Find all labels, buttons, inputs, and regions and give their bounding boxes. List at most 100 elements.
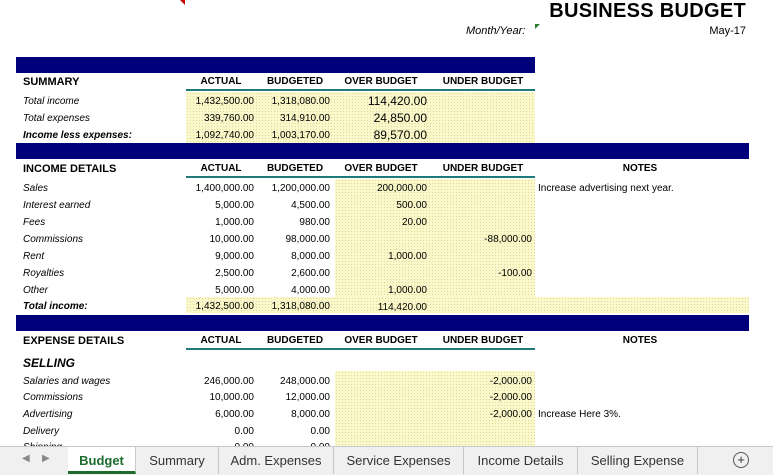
- income-cell[interactable]: 1,000.00: [337, 285, 427, 296]
- error-indicator-icon: [180, 0, 185, 5]
- income-cell[interactable]: 2,500.00: [186, 268, 254, 279]
- income-total-cell[interactable]: 1,318,080.00: [260, 301, 330, 312]
- expense-cell[interactable]: 12,000.00: [260, 392, 331, 403]
- income-cell[interactable]: 2,600.00: [260, 268, 330, 279]
- income-cell[interactable]: -88,000.00: [434, 234, 532, 245]
- col-budgeted: BUDGETED: [266, 76, 324, 87]
- income-cell[interactable]: 8,000.00: [260, 251, 330, 262]
- month-year-label: Month/Year:: [466, 25, 526, 37]
- expense-cell[interactable]: 246,000.00: [186, 376, 254, 387]
- summary-row-label: Total income: [23, 96, 80, 107]
- income-row-label: Royalties: [23, 268, 65, 279]
- tab-budget[interactable]: Budget: [68, 447, 136, 474]
- income-cell[interactable]: 1,200,000.00: [260, 183, 330, 194]
- col-over-budget: OVER BUDGET: [344, 335, 418, 346]
- income-cell[interactable]: 1,400,000.00: [186, 183, 254, 194]
- summary-row-label: Income less expenses:: [23, 130, 132, 141]
- page-title: BUSINESS BUDGET: [549, 0, 746, 22]
- income-cell[interactable]: 5,000.00: [186, 285, 254, 296]
- comment-indicator-icon: [535, 24, 540, 29]
- col-over-budget: OVER BUDGET: [344, 163, 418, 174]
- income-row-label: Commissions: [23, 234, 84, 245]
- income-band: [16, 143, 749, 159]
- tab-summary[interactable]: Summary: [136, 447, 219, 474]
- triangle-left-icon[interactable]: ◀: [22, 453, 30, 464]
- col-actual: ACTUAL: [200, 76, 242, 87]
- income-row-label: Interest earned: [23, 200, 91, 211]
- summary-header-rule: [186, 89, 535, 91]
- summary-row-label: Total expenses: [23, 113, 90, 124]
- summary-cell[interactable]: 114,420.00: [337, 94, 427, 108]
- summary-cell[interactable]: 1,432,500.00: [186, 96, 254, 107]
- expense-row-label: Advertising: [23, 409, 73, 420]
- expense-cell[interactable]: 6,000.00: [186, 409, 254, 420]
- income-total-label: Total income:: [23, 301, 88, 312]
- income-row-label: Rent: [23, 251, 45, 262]
- tab-service-expenses[interactable]: Service Expenses: [334, 447, 464, 474]
- expense-cell[interactable]: 10,000.00: [186, 392, 255, 403]
- tab-income-details[interactable]: Income Details: [464, 447, 578, 474]
- income-cell[interactable]: 1,000.00: [337, 251, 427, 262]
- income-cell[interactable]: 5,000.00: [186, 200, 254, 211]
- col-under-budget: UNDER BUDGET: [442, 335, 524, 346]
- sheet-tab-bar: ◀ ▶ Budget Summary Adm. Expenses Service…: [0, 446, 773, 475]
- col-budgeted: BUDGETED: [266, 335, 324, 346]
- expense-subtitle: SELLING: [23, 356, 76, 370]
- income-title: INCOME DETAILS: [23, 163, 117, 175]
- income-cell[interactable]: -100.00: [434, 268, 532, 279]
- summary-cell[interactable]: 1,318,080.00: [260, 96, 330, 107]
- expense-row-label: Delivery: [23, 426, 60, 437]
- income-row-label: Other: [23, 285, 49, 296]
- expense-row-label: Salaries and wages: [23, 376, 111, 387]
- col-notes: NOTES: [622, 335, 658, 346]
- col-under-budget: UNDER BUDGET: [442, 76, 524, 87]
- triangle-right-icon[interactable]: ▶: [42, 453, 50, 464]
- expense-title: EXPENSE DETAILS: [23, 335, 125, 347]
- expense-cell[interactable]: -2,000.00: [434, 392, 532, 403]
- col-over-budget: OVER BUDGET: [344, 76, 418, 87]
- col-notes: NOTES: [622, 163, 658, 174]
- expense-note[interactable]: Increase Here 3%.: [538, 409, 621, 420]
- summary-title: SUMMARY: [23, 76, 80, 88]
- summary-cell[interactable]: 1,092,740.00: [186, 130, 254, 141]
- expense-header-rule: [186, 348, 535, 350]
- income-note[interactable]: Increase advertising next year.: [538, 183, 674, 194]
- income-cell[interactable]: 4,000.00: [260, 285, 330, 296]
- income-cell[interactable]: 1,000.00: [186, 217, 254, 228]
- income-header-rule: [186, 176, 535, 178]
- tab-adm-expenses[interactable]: Adm. Expenses: [219, 447, 334, 474]
- income-total-cell[interactable]: 1,432,500.00: [186, 301, 254, 312]
- income-cell[interactable]: 4,500.00: [260, 200, 330, 211]
- expense-cell[interactable]: 248,000.00: [260, 376, 330, 387]
- summary-cell[interactable]: 339,760.00: [186, 113, 254, 124]
- income-row-label: Sales: [23, 183, 49, 194]
- month-year-cell[interactable]: May-17: [709, 25, 746, 37]
- income-cell[interactable]: 9,000.00: [186, 251, 254, 262]
- income-cell[interactable]: 500.00: [337, 200, 427, 211]
- col-actual: ACTUAL: [200, 335, 242, 346]
- income-cell[interactable]: 98,000.00: [260, 234, 331, 245]
- income-cell[interactable]: 10,000.00: [186, 234, 255, 245]
- col-under-budget: UNDER BUDGET: [442, 163, 524, 174]
- income-cell[interactable]: 20.00: [337, 217, 427, 228]
- expense-row-label: Commissions: [23, 392, 84, 403]
- expense-band: [16, 315, 749, 331]
- tab-selling-expense[interactable]: Selling Expense: [578, 447, 698, 474]
- income-cell[interactable]: 980.00: [260, 217, 330, 228]
- summary-cell[interactable]: 1,003,170.00: [260, 130, 330, 141]
- income-total-cell[interactable]: 114,420.00: [337, 302, 427, 313]
- col-actual: ACTUAL: [200, 163, 242, 174]
- col-budgeted: BUDGETED: [266, 163, 324, 174]
- expense-cell[interactable]: -2,000.00: [434, 409, 532, 420]
- expense-cell[interactable]: 0.00: [186, 426, 254, 437]
- expense-cell[interactable]: 8,000.00: [260, 409, 330, 420]
- plus-circle-icon[interactable]: +: [733, 452, 749, 468]
- income-cell[interactable]: 200,000.00: [337, 183, 427, 194]
- income-row-label: Fees: [23, 217, 46, 228]
- summary-cell[interactable]: 24,850.00: [337, 111, 427, 125]
- expense-cell[interactable]: -2,000.00: [434, 376, 532, 387]
- expense-cell[interactable]: 0.00: [260, 426, 330, 437]
- summary-cell[interactable]: 314,910.00: [260, 113, 330, 124]
- summary-cell[interactable]: 89,570.00: [337, 128, 427, 142]
- summary-band: [16, 57, 535, 73]
